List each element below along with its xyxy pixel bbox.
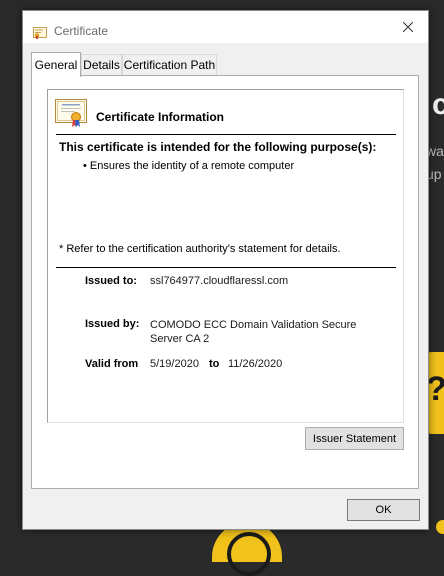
tab-certification-path[interactable]: Certification Path [122, 54, 217, 75]
certificate-icon [55, 99, 87, 131]
close-button[interactable] [388, 11, 428, 43]
background-decoration [436, 520, 444, 534]
certificate-info-box: Certificate Information This certificate… [47, 89, 404, 423]
ca-statement-note: * Refer to the certification authority's… [59, 243, 341, 255]
divider [56, 267, 396, 268]
general-tab-panel: Certificate Information This certificate… [31, 75, 419, 489]
valid-to-value: 11/26/2020 [228, 358, 283, 370]
close-icon [403, 22, 413, 32]
ok-button[interactable]: OK [347, 499, 420, 521]
certificate-icon [33, 24, 47, 43]
tab-general[interactable]: General [31, 52, 81, 77]
tab-details[interactable]: Details [81, 54, 122, 75]
issued-by-label: Issued by: [85, 318, 140, 330]
valid-to-label: to [209, 358, 220, 370]
issued-to-value: ssl764977.cloudflaressl.com [150, 275, 289, 287]
certificate-info-title: Certificate Information [96, 110, 225, 124]
valid-from-label: Valid from [85, 358, 139, 370]
divider [56, 134, 396, 135]
issued-by-value: COMODO ECC Domain Validation Secure Serv… [150, 319, 357, 345]
purpose-header: This certificate is intended for the fol… [59, 140, 377, 154]
background-heading-fragment: c [432, 88, 444, 121]
valid-from-value: 5/19/2020 [150, 358, 199, 370]
title-bar: Certificate [23, 11, 428, 43]
issued-to-label: Issued to: [85, 275, 137, 287]
window-title: Certificate [54, 24, 109, 38]
certificate-dialog: Certificate General Details Certificatio… [22, 10, 429, 530]
purpose-item: • Ensures the identity of a remote compu… [83, 160, 295, 172]
issuer-statement-button[interactable]: Issuer Statement [305, 427, 404, 450]
